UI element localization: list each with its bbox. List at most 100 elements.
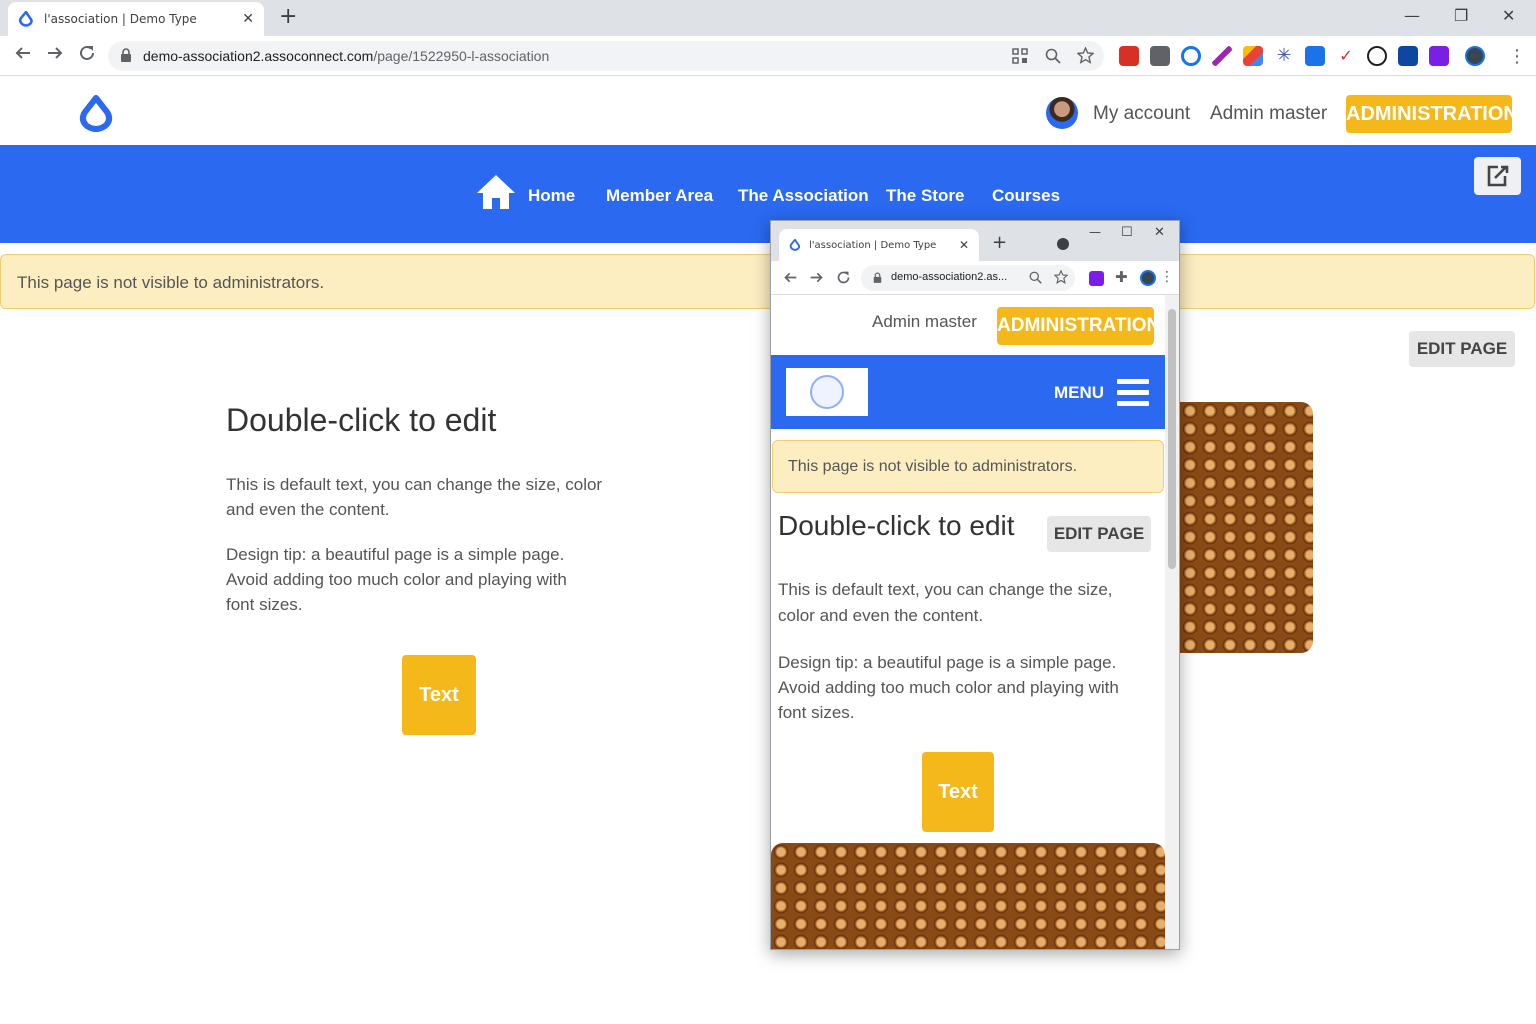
nav-item-member-area[interactable]: Member Area: [606, 186, 713, 206]
main-nav: Home Member Area The Association The Sto…: [0, 145, 1536, 243]
site-header: My account Admin master ADMINISTRATION: [0, 77, 1536, 145]
hamburger-menu-icon[interactable]: [1117, 378, 1149, 408]
extension-purple-icon[interactable]: [1429, 46, 1449, 66]
extension-cart-icon[interactable]: ✓: [1336, 46, 1356, 66]
nav-item-home[interactable]: Home: [528, 186, 575, 206]
browser-toolbar: demo-association2.assoconnect.com/page/1…: [0, 36, 1536, 76]
popup-scrollbar[interactable]: [1165, 295, 1179, 949]
popup-browser-tab[interactable]: l'association | Demo Type ✕: [779, 229, 979, 261]
extension-circle-icon[interactable]: [1181, 46, 1201, 66]
paragraph-line: This is default text, you can change the…: [226, 475, 603, 494]
popup-extension-purple-icon[interactable]: [1089, 271, 1104, 286]
lock-icon: [120, 48, 132, 63]
popup-zoom-icon[interactable]: [1029, 271, 1042, 284]
popup-media-icon[interactable]: [1057, 238, 1069, 250]
popup-tab-title: l'association | Demo Type: [809, 239, 937, 251]
popup-page-title[interactable]: Double-click to edit: [778, 510, 1015, 542]
extension-red-icon[interactable]: [1119, 46, 1139, 66]
paragraph-line: color and even the content.: [778, 606, 984, 625]
tab-close-icon[interactable]: ✕: [242, 11, 254, 27]
my-account-link[interactable]: My account: [1093, 103, 1190, 125]
browser-menu-icon[interactable]: ⋮: [1508, 46, 1526, 67]
paragraph-default-text[interactable]: This is default text, you can change the…: [226, 472, 602, 522]
back-arrow-icon[interactable]: [14, 44, 32, 62]
visibility-alert: This page is not visible to administrato…: [0, 254, 1535, 309]
new-tab-button[interactable]: +: [279, 6, 297, 28]
popup-address-bar[interactable]: demo-association2.as...: [861, 265, 1075, 291]
browser-tab[interactable]: l'association | Demo Type ✕: [8, 2, 264, 36]
nav-item-the-association[interactable]: The Association: [738, 186, 869, 206]
url-path: /page/1522950-l-association: [373, 48, 550, 64]
popup-tab-close-icon[interactable]: ✕: [959, 238, 969, 252]
popup-nav-bar: MENU: [771, 355, 1165, 429]
paragraph-line: Avoid adding too much color and playing …: [778, 678, 1119, 697]
extension-gray-icon[interactable]: [1150, 46, 1170, 66]
popup-back-arrow-icon[interactable]: [783, 270, 798, 285]
paragraph-line: font sizes.: [778, 703, 855, 722]
popup-site-logo[interactable]: [786, 368, 868, 416]
extension-person-icon[interactable]: [1367, 46, 1387, 66]
zoom-icon[interactable]: [1045, 48, 1061, 64]
avatar[interactable]: [1046, 97, 1078, 129]
address-bar[interactable]: demo-association2.assoconnect.com/page/1…: [108, 41, 1104, 71]
popup-administration-button[interactable]: ADMINISTRATION: [997, 307, 1160, 345]
nav-item-courses[interactable]: Courses: [992, 186, 1060, 206]
popup-browser-menu-icon[interactable]: ⋮: [1160, 269, 1174, 285]
popup-page-content: Admin master ADMINISTRATION MENU This pa…: [771, 295, 1165, 949]
tab-title: l'association | Demo Type: [44, 12, 197, 26]
extension-pen-icon[interactable]: [1212, 46, 1232, 66]
nav-item-the-store[interactable]: The Store: [886, 186, 964, 206]
reload-icon[interactable]: [78, 44, 96, 62]
bookmark-star-icon[interactable]: [1077, 47, 1094, 64]
popup-profile-avatar-icon[interactable]: [1140, 270, 1156, 286]
paragraph-line: This is default text, you can change the…: [778, 580, 1113, 599]
popup-browser-window: l'association | Demo Type ✕ + — ☐ ✕ demo…: [770, 220, 1180, 950]
extension-chat-icon[interactable]: [1305, 46, 1325, 66]
url-host: demo-association2.assoconnect.com: [143, 48, 374, 64]
paragraph-line: font sizes.: [226, 595, 303, 614]
window-close-button[interactable]: ✕: [1502, 6, 1515, 25]
extension-snowflake-icon[interactable]: ✳: [1274, 46, 1294, 66]
paragraph-line: Avoid adding too much color and playing …: [226, 570, 567, 589]
popup-lock-icon: [873, 272, 882, 284]
paragraph-line: Design tip: a beautiful page is a simple…: [226, 545, 565, 564]
qr-code-icon[interactable]: [1012, 48, 1028, 64]
extension-ut-icon[interactable]: [1398, 46, 1418, 66]
popup-paragraph-default-text[interactable]: This is default text, you can change the…: [778, 577, 1113, 629]
popup-bookmark-star-icon[interactable]: [1054, 270, 1068, 284]
edit-page-button[interactable]: EDIT PAGE: [1409, 331, 1515, 367]
edit-settings-button[interactable]: [1474, 157, 1521, 195]
profile-avatar-icon[interactable]: [1465, 46, 1485, 66]
site-logo-icon[interactable]: [78, 95, 114, 133]
popup-alert-text: This page is not visible to administrato…: [788, 458, 1078, 475]
home-icon[interactable]: [475, 173, 517, 211]
popup-text-button[interactable]: Text: [922, 752, 994, 832]
popup-scrollbar-thumb[interactable]: [1168, 309, 1176, 569]
page-title[interactable]: Double-click to edit: [226, 402, 496, 439]
extension-colorful-icon[interactable]: [1243, 46, 1263, 66]
forward-arrow-icon[interactable]: [46, 44, 64, 62]
popup-tab-bar: l'association | Demo Type ✕ + — ☐ ✕: [771, 221, 1179, 261]
association-logo-icon: [810, 375, 844, 409]
administration-button[interactable]: ADMINISTRATION: [1346, 95, 1518, 133]
paragraph-design-tip[interactable]: Design tip: a beautiful page is a simple…: [226, 542, 567, 617]
popup-reload-icon[interactable]: [836, 270, 851, 285]
popup-menu-label[interactable]: MENU: [1054, 383, 1104, 403]
browser-tab-bar: l'association | Demo Type ✕ + — ❐ ✕: [0, 0, 1536, 36]
window-restore-button[interactable]: ❐: [1454, 6, 1468, 25]
text-button[interactable]: Text: [402, 655, 476, 735]
alert-text: This page is not visible to administrato…: [17, 273, 325, 292]
popup-restore-button[interactable]: ☐: [1121, 225, 1133, 240]
popup-paragraph-design-tip[interactable]: Design tip: a beautiful page is a simple…: [778, 650, 1119, 725]
popup-extensions-puzzle-icon[interactable]: ✚: [1115, 268, 1128, 286]
popup-minimize-button[interactable]: —: [1089, 225, 1101, 239]
admin-master-link[interactable]: Admin master: [1210, 103, 1327, 125]
popup-new-tab-button[interactable]: +: [992, 232, 1007, 253]
popup-admin-master-link[interactable]: Admin master: [872, 312, 977, 332]
popup-forward-arrow-icon[interactable]: [809, 270, 824, 285]
popup-edit-page-button[interactable]: EDIT PAGE: [1047, 516, 1151, 552]
window-minimize-button[interactable]: —: [1404, 6, 1420, 25]
site-favicon-icon: [18, 11, 34, 27]
popup-close-button[interactable]: ✕: [1154, 225, 1165, 240]
popup-favicon-icon: [789, 239, 801, 251]
